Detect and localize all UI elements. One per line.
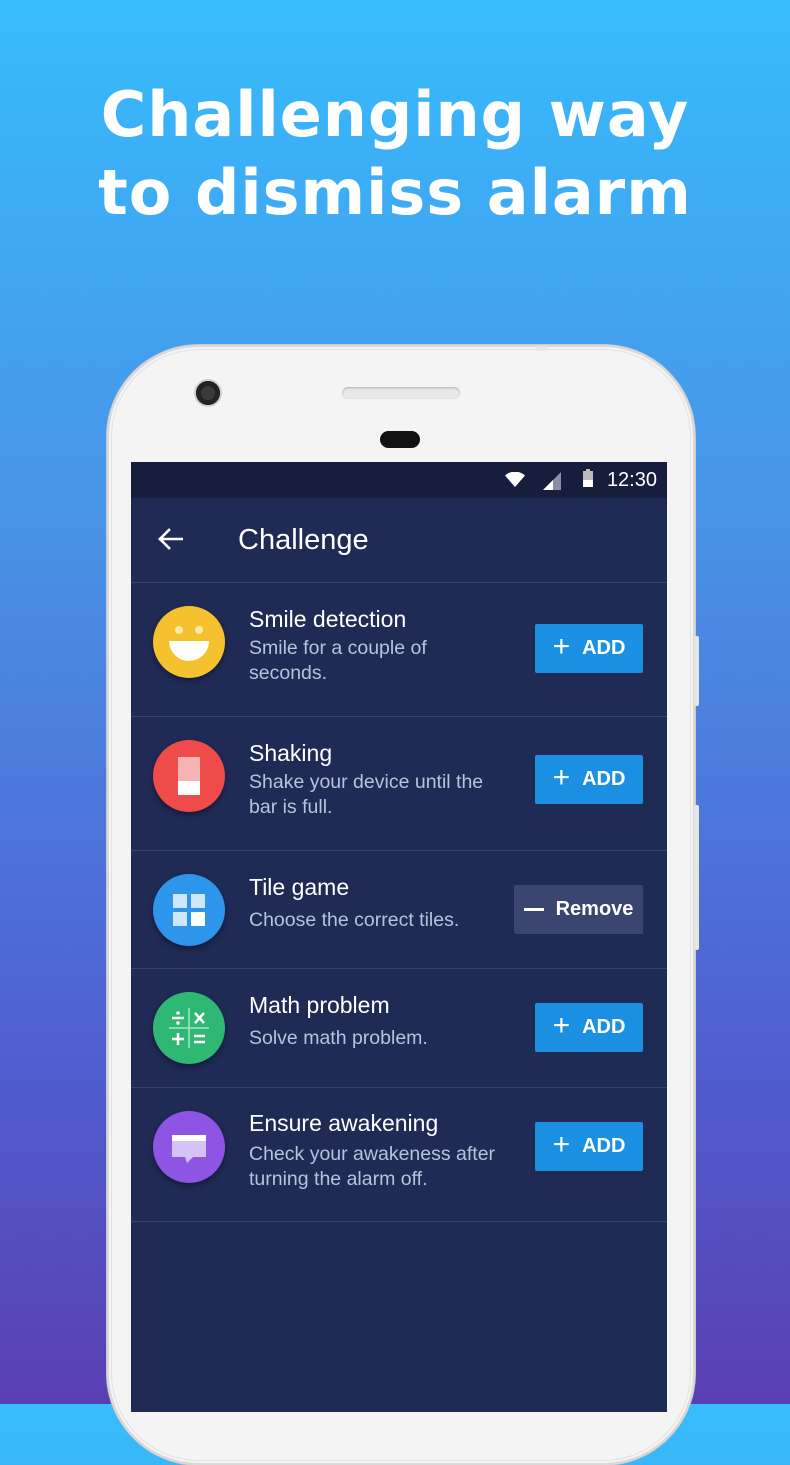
smile-icon [153,606,225,678]
challenge-item-ensure-awakening: Ensure awakening Check your awakeness af… [131,1088,667,1222]
battery-icon [583,469,593,487]
phone-side-button-top [536,346,548,351]
challenge-title: Ensure awakening [249,1110,439,1136]
tiles-icon [153,874,225,946]
plus-icon: + [552,761,571,794]
challenge-title: Math problem [249,992,390,1018]
phone-side-button-volume [694,805,699,950]
earpiece-speaker [342,387,460,399]
phone-screen: 12:30 Challenge Smile detection Smile fo… [131,462,667,1412]
front-camera [196,381,220,405]
challenge-title: Shaking [249,740,333,766]
math-icon [153,992,225,1064]
button-label: ADD [582,1016,626,1038]
add-ensure-awakening-button[interactable]: + ADD [535,1122,643,1171]
headline-line-2: to dismiss alarm [98,156,692,229]
button-label: ADD [582,637,626,659]
plus-icon: + [552,630,571,663]
status-bar: 12:30 [131,462,667,498]
challenge-description: Choose the correct tiles. [249,909,460,931]
challenge-item-smile-detection: Smile detection Smile for a couple of se… [131,583,667,717]
add-shaking-button[interactable]: + ADD [535,755,643,804]
challenge-description: Check your awakeness after turning the a… [249,1143,496,1190]
button-label: ADD [582,1135,626,1157]
page-title: Challenge [238,524,369,556]
add-smile-detection-button[interactable]: + ADD [535,624,643,673]
signal-icon [543,472,561,490]
shake-bar-icon [153,740,225,812]
headline-line-1: Challenging way [100,78,690,151]
status-time: 12:30 [606,469,657,491]
challenge-item-math-problem: Math problem Solve math problem. + ADD [131,969,667,1088]
arrow-left-icon[interactable] [157,528,183,550]
challenge-item-tile-game: Tile game Choose the correct tiles. Remo… [131,851,667,969]
button-label: Remove [555,898,634,920]
message-icon [153,1111,225,1183]
headline: Challenging way to dismiss alarm [0,76,790,232]
button-label: ADD [582,768,626,790]
proximity-sensor [380,431,420,448]
app-bar: Challenge [131,498,667,583]
phone-side-button-power [694,636,699,706]
minus-icon [523,908,544,911]
wifi-icon [505,472,525,487]
challenge-item-shaking: Shaking Shake your device until the bar … [131,717,667,851]
remove-tile-game-button[interactable]: Remove [514,885,643,934]
challenge-title: Tile game [249,874,350,900]
add-math-problem-button[interactable]: + ADD [535,1003,643,1052]
challenge-description: Smile for a couple of seconds. [249,637,427,684]
challenge-title: Smile detection [249,606,407,632]
challenge-description: Shake your device until the bar is full. [249,771,484,818]
plus-icon: + [552,1128,571,1161]
challenge-description: Solve math problem. [249,1027,428,1049]
plus-icon: + [552,1009,571,1042]
